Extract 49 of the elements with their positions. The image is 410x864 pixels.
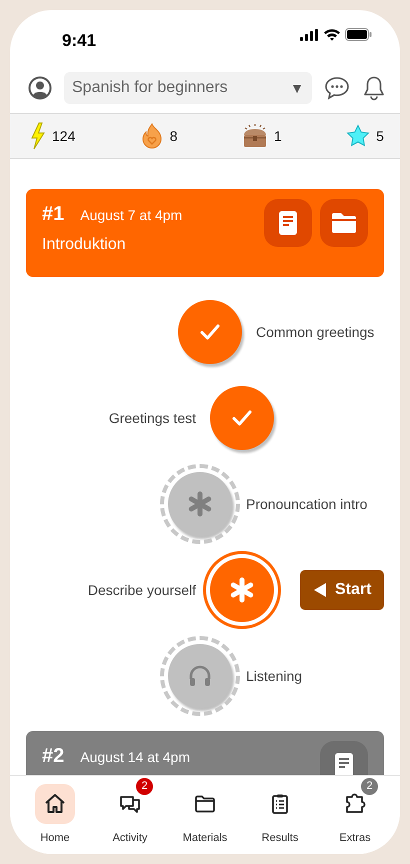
folder-button[interactable]	[320, 199, 368, 247]
stat-count: 124	[52, 126, 76, 146]
nav-tab[interactable]: 2 Extras	[324, 777, 386, 854]
count-badge: 2	[136, 778, 153, 795]
document-icon	[278, 210, 298, 236]
lesson-label: Common greetings	[256, 322, 374, 342]
session-date: August 7 at 4pm	[80, 206, 182, 225]
notes-button[interactable]	[320, 741, 368, 775]
notes-button[interactable]	[264, 199, 312, 247]
folder-icon	[331, 212, 357, 234]
notification-bell-icon[interactable]	[362, 75, 386, 101]
session-title: Introduktion	[42, 235, 126, 255]
clock-time: 9:41	[62, 30, 96, 52]
session-date: August 14 at 4pm	[80, 748, 190, 767]
wifi-icon	[323, 28, 341, 41]
stat-count: 1	[274, 126, 282, 146]
lesson-node[interactable]	[210, 558, 274, 622]
session-number: #1	[42, 202, 64, 227]
home-icon	[43, 792, 67, 816]
session-card[interactable]: #2 August 14 at 4pm	[26, 731, 384, 775]
session-number: #2	[42, 744, 64, 769]
arrow-left-icon	[313, 582, 327, 598]
lesson-label: Greetings test	[108, 410, 196, 426]
lesson-node[interactable]	[168, 472, 232, 536]
nav-tab[interactable]: Results	[249, 777, 311, 854]
stat-count: 5	[376, 126, 384, 146]
nav-tab[interactable]: Home	[24, 777, 86, 854]
course-select[interactable]: Spanish for beginners ▼	[64, 72, 312, 104]
asterisk-icon	[229, 577, 255, 603]
lesson-label: Pronouncation intro	[246, 494, 368, 514]
lesson-node[interactable]	[168, 644, 232, 708]
chat-icon[interactable]	[324, 76, 350, 100]
lightning-icon	[30, 122, 46, 150]
signal-icon	[300, 28, 319, 40]
nav-tab[interactable]: 2 Activity	[99, 777, 161, 854]
lesson-label: Listening	[246, 666, 302, 686]
puzzle-piece-icon	[343, 792, 367, 816]
count-badge: 2	[361, 778, 378, 795]
stat-count: 8	[170, 126, 178, 146]
flame-icon	[140, 122, 164, 150]
treasure-chest-icon	[242, 123, 268, 149]
profile-icon[interactable]	[28, 76, 52, 100]
lesson-label: Describe yourself	[88, 582, 196, 598]
nav-tab[interactable]: Materials	[174, 777, 236, 854]
asterisk-icon	[187, 491, 213, 517]
battery-icon	[345, 28, 372, 41]
headphones-icon	[187, 663, 213, 689]
star-icon	[346, 124, 370, 148]
start-button[interactable]: Start	[300, 570, 384, 610]
